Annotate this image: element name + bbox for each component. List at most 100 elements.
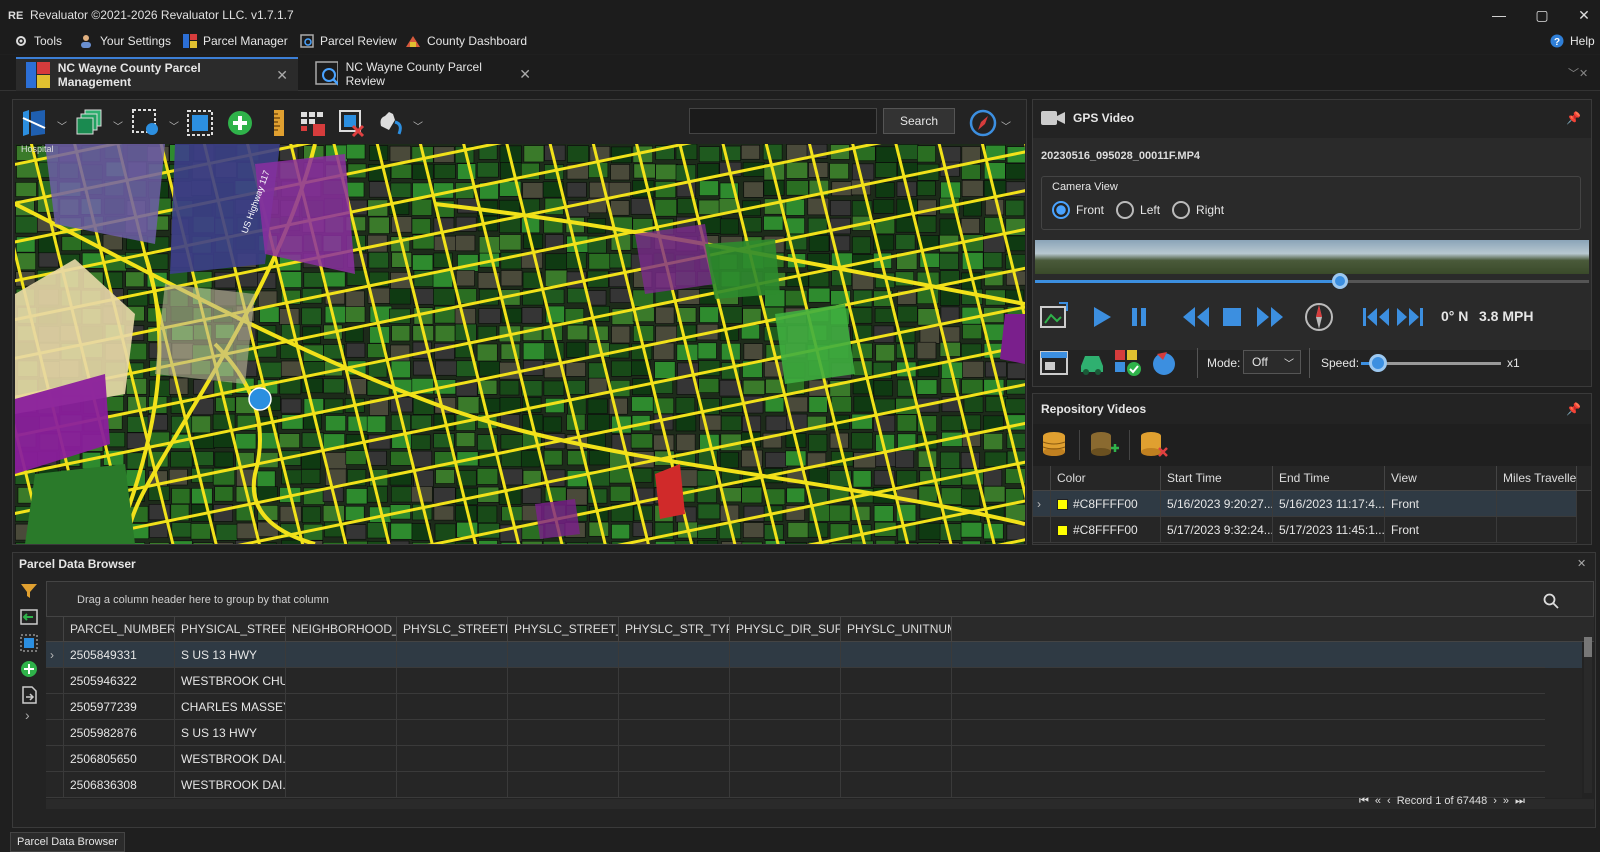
tab-overflow-icon[interactable]: ﹀✕ (1568, 65, 1588, 81)
column-header-neighborhood[interactable]: NEIGHBORHOOD_... (286, 617, 397, 641)
chevron-down-icon[interactable]: ﹀ (1001, 118, 1011, 133)
fast-forward-icon[interactable] (1255, 305, 1285, 329)
apply-icon[interactable] (1113, 348, 1143, 378)
table-row[interactable]: 2505946322WESTBROOK CHU... (46, 668, 1582, 694)
column-header-physlc-street-n[interactable]: PHYSLC_STREET_N... (508, 617, 619, 641)
select-area-icon[interactable] (185, 108, 215, 138)
database-load-icon[interactable] (1041, 430, 1069, 460)
table-row[interactable]: › 2505849331 S US 13 HWY (46, 642, 1582, 668)
column-header-parcel-number[interactable]: PARCEL_NUMBER (64, 617, 175, 641)
video-seek-handle[interactable] (1331, 273, 1348, 289)
table-row[interactable]: 2505977239CHARLES MASSEY... (46, 694, 1582, 720)
prev-page-icon[interactable]: « (1375, 795, 1381, 808)
column-header-miles[interactable]: Miles Travelle (1497, 466, 1577, 490)
close-tab-icon[interactable]: ✕ (519, 66, 531, 83)
chevron-down-icon[interactable]: ﹀ (413, 118, 423, 133)
next-page-icon[interactable]: » (1503, 795, 1509, 808)
last-record-icon[interactable]: ⏭ (1515, 795, 1525, 808)
table-row[interactable]: #C8FFFF00 5/17/2023 9:32:24... 5/17/2023… (1033, 517, 1577, 543)
add-icon[interactable] (225, 108, 255, 138)
bottom-tab-parcel-browser[interactable]: Parcel Data Browser (10, 832, 125, 852)
speed-slider-handle[interactable] (1368, 354, 1387, 372)
pan-hand-icon[interactable] (375, 108, 405, 138)
tab-parcel-review[interactable]: NC Wayne County Parcel Review ✕ (305, 57, 541, 91)
clear-selection-icon[interactable] (337, 108, 367, 138)
menu-tools[interactable]: Tools (14, 34, 62, 48)
menu-help[interactable]: ? Help (1550, 34, 1595, 48)
minimize-button[interactable]: — (1490, 6, 1508, 24)
skip-start-icon[interactable] (1361, 305, 1391, 329)
column-header-physlc-unitnum[interactable]: PHYSLC_UNITNUM... (841, 617, 952, 641)
column-header-view[interactable]: View (1385, 466, 1497, 490)
refresh-icon[interactable] (1149, 348, 1179, 378)
snapshot-icon[interactable] (1039, 301, 1069, 331)
column-header-color[interactable]: Color (1051, 466, 1161, 490)
pin-icon[interactable]: 📌 (1566, 402, 1581, 416)
export-icon[interactable] (19, 685, 39, 705)
radio-left[interactable] (1116, 201, 1135, 219)
restore-button[interactable]: ▢ (1533, 6, 1551, 24)
table-row[interactable]: 2506836308 WESTBROOK DAI... (46, 772, 1582, 798)
pin-icon[interactable]: 📌 (1566, 111, 1581, 125)
stop-icon[interactable] (1221, 305, 1243, 329)
group-by-area[interactable]: Drag a column header here to group by th… (46, 581, 1594, 617)
map-view[interactable]: Hospital US Highway 117 (15, 144, 1025, 544)
compass-heading-icon[interactable] (1303, 301, 1335, 333)
pause-icon[interactable] (1129, 305, 1151, 329)
database-delete-icon[interactable] (1139, 430, 1169, 460)
column-header-physlc-streetn[interactable]: PHYSLC_STREETN... (397, 617, 508, 641)
expand-chevron-icon[interactable]: › (25, 707, 30, 723)
column-header-end-time[interactable]: End Time (1273, 466, 1385, 490)
rewind-icon[interactable] (1181, 305, 1211, 329)
video-frame-strip (1035, 240, 1589, 274)
close-panel-icon[interactable]: ✕ (1577, 557, 1586, 570)
close-tab-icon[interactable]: ✕ (276, 67, 288, 84)
next-record-icon[interactable]: › (1493, 795, 1497, 808)
column-header-physlc-str-type[interactable]: PHYSLC_STR_TYPE (619, 617, 730, 641)
map-search-input[interactable] (689, 108, 877, 134)
compass-icon[interactable] (968, 108, 998, 138)
first-record-icon[interactable]: ⏮ (1359, 795, 1369, 808)
mode-select[interactable]: Off ﹀ (1243, 350, 1301, 374)
table-row[interactable]: 2506805650 WESTBROOK DAI... (46, 746, 1582, 772)
play-icon[interactable] (1091, 305, 1113, 329)
menu-parcel-manager[interactable]: Parcel Manager (183, 34, 288, 48)
tab-parcel-management[interactable]: NC Wayne County Parcel Management ✕ (16, 57, 298, 91)
column-header-physical-street[interactable]: PHYSICAL_STREET... (175, 617, 286, 641)
skip-end-icon[interactable] (1395, 305, 1425, 329)
menu-parcel-review[interactable]: Parcel Review (300, 34, 397, 48)
radio-right[interactable] (1172, 201, 1191, 219)
add-record-icon[interactable] (19, 659, 39, 679)
gps-video-panel: GPS Video 📌 20230516_095028_00011F.MP4 C… (1032, 99, 1592, 387)
search-button[interactable]: Search (883, 108, 955, 134)
radio-front[interactable] (1052, 201, 1070, 219)
vehicle-icon[interactable] (1077, 348, 1107, 378)
parcel-map-canvas[interactable]: Hospital US Highway 117 (15, 144, 1025, 544)
chevron-down-icon[interactable]: ﹀ (57, 118, 67, 133)
map-layers-icon[interactable] (19, 108, 49, 138)
measure-ruler-icon[interactable] (265, 108, 295, 138)
table-row[interactable]: 2505982876 S US 13 HWY (46, 720, 1582, 746)
grid-select-icon[interactable] (299, 108, 329, 138)
close-window-button[interactable]: ✕ (1575, 6, 1593, 24)
layout-icon[interactable] (1039, 348, 1069, 378)
column-header-physlc-dir-suffix[interactable]: PHYSLC_DIR_SUFFIX (730, 617, 841, 641)
prev-record-icon[interactable]: ‹ (1387, 795, 1391, 808)
menu-your-settings[interactable]: Your Settings (80, 34, 171, 48)
column-header-start-time[interactable]: Start Time (1161, 466, 1273, 490)
database-add-icon[interactable] (1089, 430, 1119, 460)
select-settings-icon[interactable] (131, 108, 161, 138)
search-icon[interactable] (1543, 593, 1559, 609)
table-row[interactable]: › #C8FFFF00 5/16/2023 9:20:27... 5/16/20… (1033, 491, 1577, 517)
chevron-down-icon[interactable]: ﹀ (169, 118, 179, 133)
select-on-map-icon[interactable] (19, 633, 39, 653)
chevron-down-icon[interactable]: ﹀ (113, 118, 123, 133)
vertical-scrollbar[interactable] (1584, 633, 1592, 793)
cell-empty (286, 720, 397, 746)
title-bar: RE Revaluator ©2021-2026 Revaluator LLC.… (0, 0, 1600, 30)
menu-county-dashboard[interactable]: County Dashboard (405, 34, 527, 48)
gps-position-marker[interactable] (248, 387, 272, 411)
copy-layers-icon[interactable] (75, 108, 105, 138)
zoom-to-icon[interactable] (19, 607, 39, 627)
filter-icon[interactable] (19, 581, 39, 601)
